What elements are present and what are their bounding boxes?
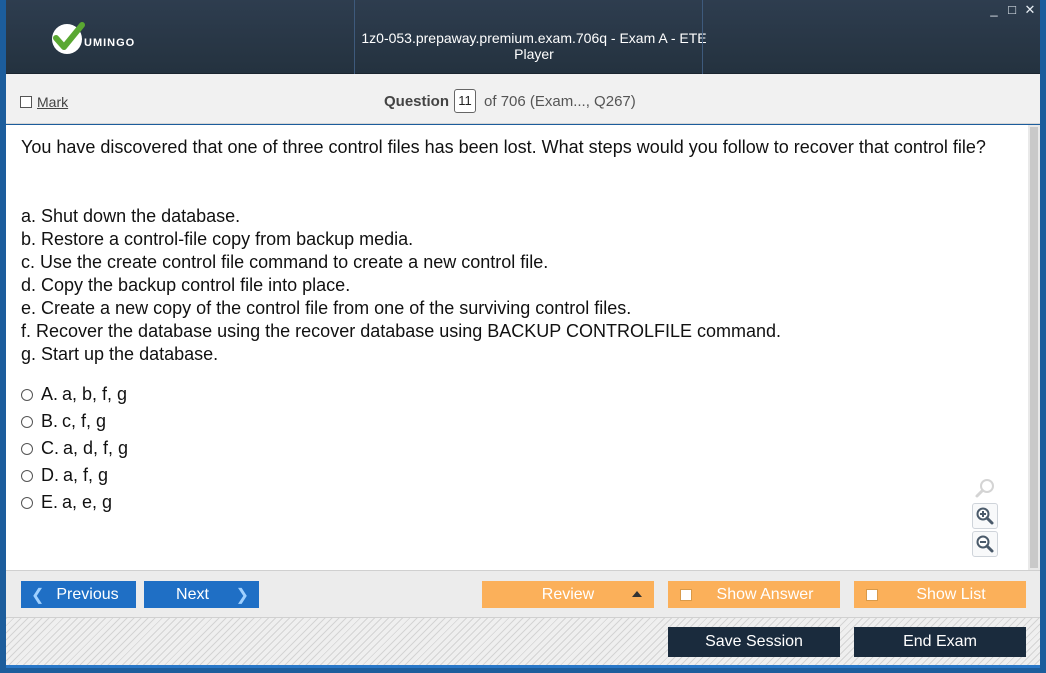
minimize-button[interactable]: _ [988, 3, 1000, 17]
answer-option-d[interactable]: D. a, f, g [21, 462, 128, 489]
mark-label[interactable]: Mark [37, 94, 68, 110]
answer-letter: A. [41, 384, 59, 404]
answer-option-e[interactable]: E. a, e, g [21, 489, 128, 516]
answer-letter: C. [41, 438, 59, 458]
check-icon [52, 22, 85, 54]
search-icon [972, 475, 998, 501]
question-label: Question [384, 92, 450, 110]
mark-checkbox[interactable]: Mark [20, 94, 68, 110]
end-exam-button[interactable]: End Exam [854, 627, 1026, 657]
answer-letter: B. [41, 411, 59, 431]
question-count: of 706 (Exam..., Q267) [484, 92, 636, 110]
radio-button[interactable] [21, 388, 33, 401]
step-item: d. Copy the backup control file into pla… [21, 275, 351, 295]
radio-button[interactable] [21, 415, 33, 428]
zoom-out-icon[interactable] [972, 531, 998, 557]
session-bar: Save Session End Exam [6, 617, 1040, 665]
show-list-label: Show List [916, 585, 986, 603]
answer-text: a, f, g [63, 465, 109, 485]
save-session-button[interactable]: Save Session [668, 627, 840, 657]
step-item: c. Use the create control file command t… [21, 252, 549, 272]
show-answer-button[interactable]: Show Answer [668, 581, 840, 608]
radio-button[interactable] [21, 442, 33, 455]
zoom-controls [972, 475, 1000, 559]
step-item: b. Restore a control-file copy from back… [21, 229, 414, 249]
answer-text: c, f, g [62, 411, 107, 431]
chevron-left-icon: ❮ [31, 586, 45, 604]
question-panel: You have discovered that one of three co… [6, 125, 1028, 570]
question-navigator: Question 11 of 706 (Exam..., Q267) [384, 89, 636, 113]
checkbox-icon[interactable] [20, 96, 32, 108]
checkbox-icon[interactable] [866, 589, 878, 601]
radio-button[interactable] [21, 469, 33, 482]
question-text: You have discovered that one of three co… [21, 137, 986, 157]
answer-letter: E. [41, 492, 59, 512]
title-divider [702, 0, 703, 74]
answer-text: a, d, f, g [63, 438, 129, 458]
show-answer-label: Show Answer [716, 585, 814, 603]
step-item: a. Shut down the database. [21, 206, 241, 226]
chevron-right-icon: ❯ [235, 586, 249, 604]
checkbox-icon[interactable] [680, 589, 692, 601]
previous-button[interactable]: ❮ Previous [21, 581, 136, 608]
navigation-bar: ❮ Previous Next ❯ Review Show Answer Sho… [6, 570, 1040, 617]
answer-option-b[interactable]: B. c, f, g [21, 408, 128, 435]
show-list-button[interactable]: Show List [854, 581, 1026, 608]
title-bar: UMINGO 1z0-053.prepaway.premium.exam.706… [6, 0, 1040, 74]
logo: UMINGO [52, 22, 135, 56]
answer-text: a, b, f, g [62, 384, 128, 404]
zoom-in-icon[interactable] [972, 503, 998, 529]
step-list: a. Shut down the database. b. Restore a … [21, 205, 781, 366]
logo-text: UMINGO [84, 37, 136, 49]
next-label: Next [176, 585, 209, 603]
answer-letter: D. [41, 465, 59, 485]
close-button[interactable]: ✕ [1024, 3, 1036, 17]
window-controls: _ □ ✕ [988, 3, 1036, 17]
question-number-input[interactable]: 11 [454, 89, 477, 113]
title-divider [354, 0, 355, 74]
radio-button[interactable] [21, 496, 33, 509]
vertical-scrollbar[interactable] [1028, 125, 1040, 570]
maximize-button[interactable]: □ [1006, 3, 1018, 17]
app-window: UMINGO 1z0-053.prepaway.premium.exam.706… [0, 0, 1046, 673]
answer-list: A. a, b, f, g B. c, f, g C. a, d, f, g D… [21, 381, 128, 516]
review-label: Review [541, 585, 595, 603]
step-item: g. Start up the database. [21, 344, 219, 364]
answer-option-a[interactable]: A. a, b, f, g [21, 381, 128, 408]
step-item: f. Recover the database using the recove… [21, 321, 782, 341]
answer-text: a, e, g [62, 492, 113, 512]
next-button[interactable]: Next ❯ [144, 581, 259, 608]
window-bottom-border [6, 665, 1040, 668]
step-item: e. Create a new copy of the control file… [21, 298, 632, 318]
question-header: Mark Question 11 of 706 (Exam..., Q267) [6, 74, 1040, 124]
caret-up-icon[interactable] [632, 591, 642, 597]
review-button[interactable]: Review [482, 581, 654, 608]
window-title: 1z0-053.prepaway.premium.exam.706q - Exa… [361, 30, 707, 62]
answer-option-c[interactable]: C. a, d, f, g [21, 435, 128, 462]
previous-label: Previous [56, 585, 119, 603]
scrollbar-thumb[interactable] [1030, 127, 1038, 568]
